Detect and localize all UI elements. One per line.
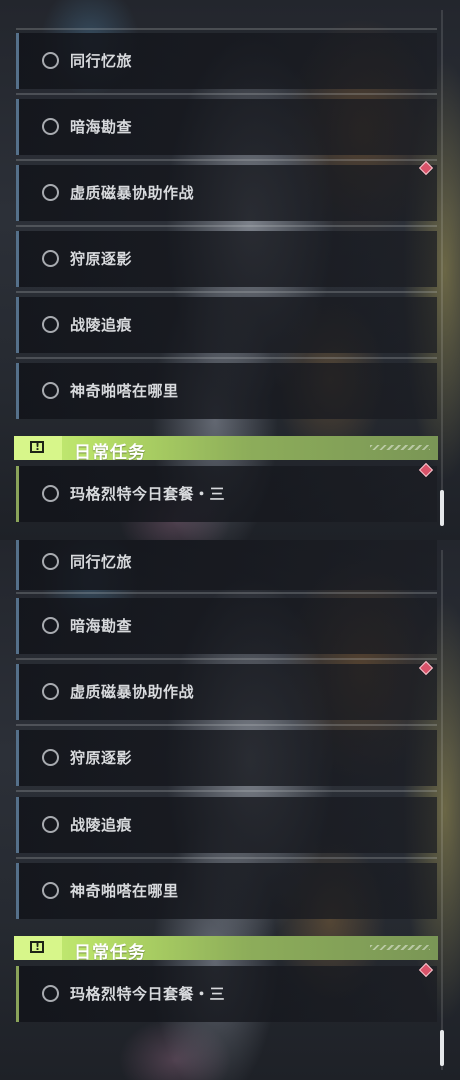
quest-status-icon (42, 553, 59, 570)
quest-label: 神奇啪嗒在哪里 (70, 882, 179, 900)
row-divider (16, 857, 437, 859)
header-stripe-decoration (370, 945, 430, 950)
quest-label: 神奇啪嗒在哪里 (70, 382, 179, 400)
quest-status-icon (42, 52, 59, 69)
daily-quests-header[interactable]: 日常任务 (14, 436, 438, 460)
exclamation-box-icon (30, 440, 44, 453)
quest-label: 狩原逐影 (70, 749, 133, 767)
quest-item[interactable]: 狩原逐影 (16, 231, 437, 287)
daily-quests-title: 日常任务 (74, 943, 146, 963)
quest-panel-bottom: 同行忆旅 暗海勘查 虚质磁暴协助作战 狩原逐影 战陵追痕 神奇啪嗒在哪里 ! 日… (0, 540, 460, 1080)
quest-label: 暗海勘查 (70, 617, 133, 635)
quest-label: 虚质磁暴协助作战 (70, 184, 195, 202)
quest-label: 同行忆旅 (70, 52, 133, 70)
quest-label: 战陵追痕 (70, 816, 133, 834)
row-divider (16, 225, 437, 227)
quest-label: 玛格烈特今日套餐・三 (70, 985, 226, 1003)
scrollbar-track[interactable] (441, 550, 443, 1070)
quest-status-icon (42, 617, 59, 634)
row-divider (16, 658, 437, 660)
daily-quests-title: 日常任务 (74, 443, 146, 463)
quest-item[interactable]: 神奇啪嗒在哪里 (16, 863, 437, 919)
quest-item[interactable]: 狩原逐影 (16, 730, 437, 786)
exclamation-box-icon (30, 940, 44, 953)
quest-label: 同行忆旅 (70, 553, 133, 571)
quest-status-icon (42, 985, 59, 1002)
quest-status-icon (42, 118, 59, 135)
quest-status-icon (42, 316, 59, 333)
quest-status-icon (42, 882, 59, 899)
row-divider (16, 291, 437, 293)
daily-quest-item[interactable]: 玛格烈特今日套餐・三 (16, 466, 437, 522)
row-divider (16, 790, 437, 792)
scrollbar-track[interactable] (441, 10, 443, 525)
header-stripe-decoration (370, 445, 430, 450)
quest-status-icon (42, 184, 59, 201)
quest-item[interactable]: 虚质磁暴协助作战 (16, 165, 437, 221)
daily-icon-box (14, 936, 62, 960)
quest-item[interactable]: 同行忆旅 (16, 33, 437, 89)
quest-status-icon (42, 250, 59, 267)
quest-label: 暗海勘查 (70, 118, 133, 136)
quest-item[interactable]: 虚质磁暴协助作战 (16, 664, 437, 720)
row-divider (16, 592, 437, 594)
quest-item[interactable]: 同行忆旅 (16, 540, 437, 590)
quest-status-icon (42, 816, 59, 833)
quest-label: 玛格烈特今日套餐・三 (70, 485, 226, 503)
row-divider (16, 357, 437, 359)
quest-status-icon (42, 683, 59, 700)
row-divider (16, 724, 437, 726)
daily-quest-item[interactable]: 玛格烈特今日套餐・三 (16, 966, 437, 1022)
quest-status-icon (42, 382, 59, 399)
row-divider (16, 93, 437, 95)
quest-label: 战陵追痕 (70, 316, 133, 334)
quest-item[interactable]: 神奇啪嗒在哪里 (16, 363, 437, 419)
quest-item[interactable]: 战陵追痕 (16, 297, 437, 353)
quest-status-icon (42, 749, 59, 766)
row-divider (16, 28, 437, 30)
quest-item[interactable]: 暗海勘查 (16, 598, 437, 654)
quest-list-stage: 同行忆旅 暗海勘查 虚质磁暴协助作战 狩原逐影 战陵追痕 神奇啪嗒在哪里 ! 日… (0, 0, 460, 1080)
scrollbar-thumb[interactable] (440, 490, 444, 526)
scrollbar-thumb[interactable] (440, 1030, 444, 1066)
quest-item[interactable]: 暗海勘查 (16, 99, 437, 155)
row-divider (16, 159, 437, 161)
daily-icon-box (14, 436, 62, 460)
quest-label: 虚质磁暴协助作战 (70, 683, 195, 701)
quest-status-icon (42, 485, 59, 502)
quest-panel-top: 同行忆旅 暗海勘查 虚质磁暴协助作战 狩原逐影 战陵追痕 神奇啪嗒在哪里 ! 日… (0, 0, 460, 540)
quest-label: 狩原逐影 (70, 250, 133, 268)
daily-quests-header[interactable]: 日常任务 (14, 936, 438, 960)
quest-item[interactable]: 战陵追痕 (16, 797, 437, 853)
